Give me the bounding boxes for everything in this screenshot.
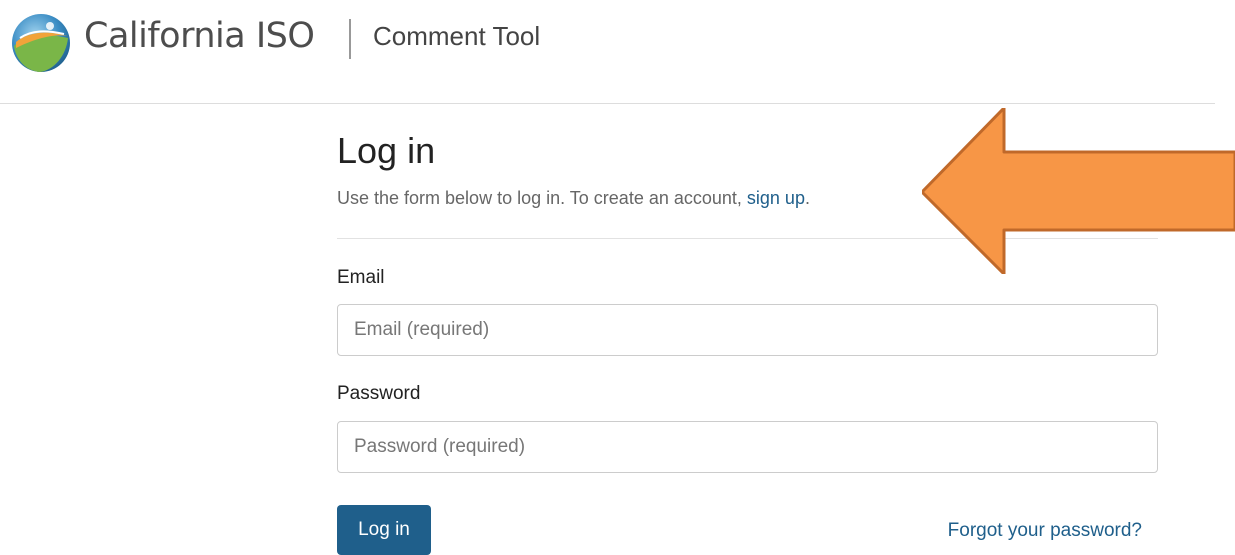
app-title: Comment Tool bbox=[373, 21, 541, 51]
intro-text-end: . bbox=[804, 188, 810, 208]
email-field[interactable] bbox=[337, 304, 1158, 356]
log-in-button[interactable]: Log in bbox=[337, 505, 431, 555]
california-iso-logo-icon[interactable] bbox=[10, 12, 72, 74]
password-field[interactable] bbox=[337, 421, 1158, 473]
intro-text-start: Use the form below to log in. To create … bbox=[337, 188, 747, 208]
forgot-password-link[interactable]: Forgot your password? bbox=[948, 520, 1142, 542]
page-title: Log in bbox=[337, 130, 436, 171]
arrow-left-icon bbox=[922, 108, 1235, 274]
email-label: Email bbox=[337, 267, 385, 288]
brand-name: California ISO bbox=[84, 16, 315, 56]
intro-text: Use the form below to log in. To create … bbox=[337, 188, 810, 209]
site-header: California ISO Comment Tool bbox=[0, 0, 1235, 84]
password-label: Password bbox=[337, 383, 421, 404]
brand-divider bbox=[349, 19, 351, 59]
sign-up-link[interactable]: sign up bbox=[747, 188, 805, 208]
